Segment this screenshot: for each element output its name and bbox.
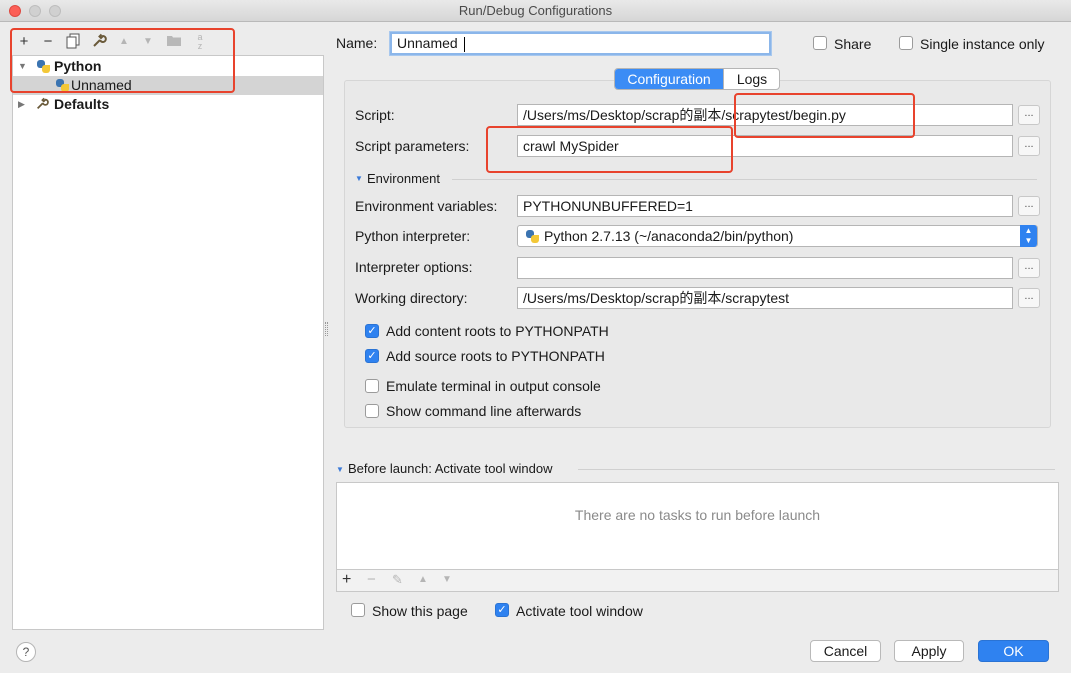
help-button[interactable]: ?: [16, 642, 36, 662]
cancel-button[interactable]: Cancel: [810, 640, 881, 662]
script-label: Script:: [355, 107, 395, 123]
remove-task-icon[interactable]: −: [367, 571, 376, 588]
working-dir-input[interactable]: /Users/ms/Desktop/scrap的副本/scrapytest: [517, 287, 1013, 309]
single-instance-checkbox[interactable]: [899, 36, 913, 50]
emulate-terminal-label: Emulate terminal in output console: [386, 378, 601, 394]
splitter-handle[interactable]: [325, 322, 328, 336]
interpreter-select[interactable]: Python 2.7.13 (~/anaconda2/bin/python) ▲…: [517, 225, 1038, 247]
before-launch-expand-icon[interactable]: ▼: [336, 465, 344, 474]
single-instance-label: Single instance only: [920, 36, 1045, 52]
interp-options-label: Interpreter options:: [355, 259, 473, 275]
annotation-box-params: [486, 126, 733, 173]
share-checkbox[interactable]: [813, 36, 827, 50]
section-divider: [578, 469, 1055, 470]
activate-tool-window-label: Activate tool window: [516, 603, 643, 619]
python-icon: [526, 230, 539, 243]
env-vars-label: Environment variables:: [355, 198, 498, 214]
ok-button[interactable]: OK: [978, 640, 1049, 662]
content-roots-checkbox[interactable]: ✓: [365, 324, 379, 338]
tree-label-defaults: Defaults: [54, 96, 110, 112]
window-title: Run/Debug Configurations: [458, 3, 613, 18]
task-up-icon[interactable]: ▲: [418, 574, 428, 585]
share-label: Share: [834, 36, 872, 52]
show-page-label: Show this page: [372, 603, 468, 619]
env-vars-browse-button[interactable]: ...: [1018, 196, 1040, 216]
show-command-line-label: Show command line afterwards: [386, 403, 582, 419]
section-expand-icon[interactable]: ▼: [355, 174, 363, 183]
interpreter-label: Python interpreter:: [355, 228, 471, 244]
script-params-label: Script parameters:: [355, 138, 470, 154]
section-divider: [452, 179, 1037, 180]
before-launch-empty-text: There are no tasks to run before launch: [574, 507, 821, 523]
env-vars-input[interactable]: PYTHONUNBUFFERED=1: [517, 195, 1013, 217]
dropdown-arrow-icon[interactable]: ▲ ▼: [1020, 225, 1037, 247]
apply-button[interactable]: Apply: [894, 640, 964, 662]
show-page-checkbox[interactable]: [351, 603, 365, 617]
collapse-arrow-icon[interactable]: ▶: [18, 95, 25, 114]
interp-options-expand-button[interactable]: ...: [1018, 258, 1040, 278]
content-roots-label: Add content roots to PYTHONPATH: [386, 323, 609, 339]
tree-node-defaults[interactable]: ▶ Defaults: [13, 95, 323, 114]
activate-tool-window-checkbox[interactable]: ✓: [495, 603, 509, 617]
interp-options-input[interactable]: [517, 257, 1013, 279]
task-down-icon[interactable]: ▼: [442, 574, 452, 585]
tab-logs[interactable]: Logs: [723, 69, 779, 89]
edit-task-icon[interactable]: ✎: [392, 572, 403, 588]
tab-configuration[interactable]: Configuration: [615, 69, 723, 89]
script-browse-button[interactable]: ...: [1018, 105, 1040, 125]
environment-section-title: Environment: [367, 171, 440, 186]
tab-bar: Configuration Logs: [614, 68, 780, 90]
working-dir-browse-button[interactable]: ...: [1018, 288, 1040, 308]
configuration-tree: ▼ Python Unnamed ▶ Defaults: [12, 55, 324, 630]
interpreter-value: Python 2.7.13 (~/anaconda2/bin/python): [544, 228, 794, 244]
add-task-icon[interactable]: +: [342, 571, 351, 589]
show-command-line-checkbox[interactable]: [365, 404, 379, 418]
source-roots-checkbox[interactable]: ✓: [365, 349, 379, 363]
emulate-terminal-checkbox[interactable]: [365, 379, 379, 393]
name-input[interactable]: Unnamed: [390, 32, 771, 55]
name-label: Name:: [336, 35, 378, 51]
annotation-box-toolbar: [10, 28, 235, 93]
source-roots-label: Add source roots to PYTHONPATH: [386, 348, 605, 364]
wrench-icon: [35, 97, 49, 116]
working-dir-label: Working directory:: [355, 290, 468, 306]
annotation-box-script: [734, 93, 915, 138]
script-params-expand-button[interactable]: ...: [1018, 136, 1040, 156]
before-launch-title: Before launch: Activate tool window: [348, 461, 553, 476]
